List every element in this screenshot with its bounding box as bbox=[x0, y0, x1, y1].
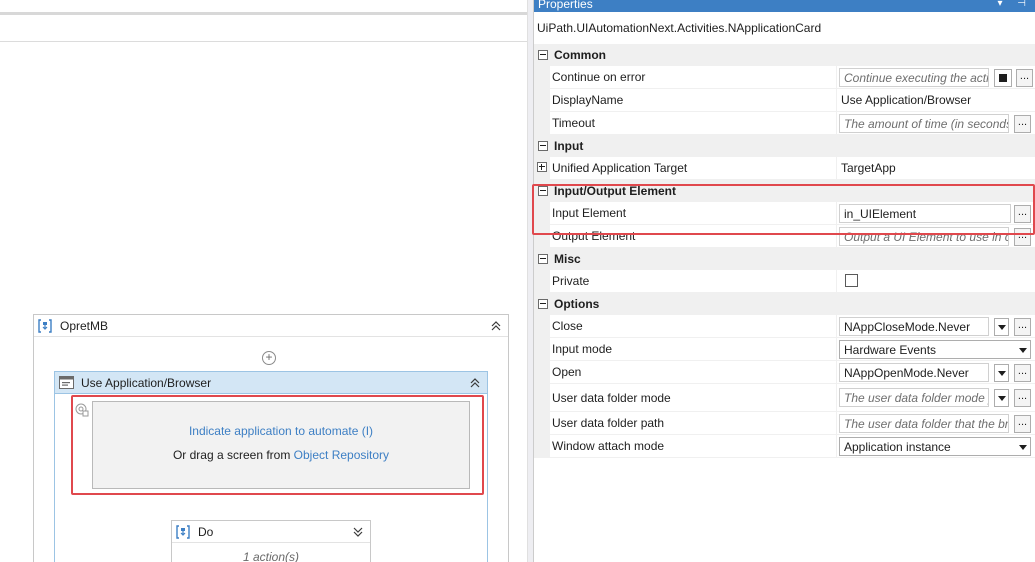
property-row-timeout: Timeout The amount of time (in seconds .… bbox=[534, 112, 1035, 135]
expand-property-icon[interactable] bbox=[537, 162, 547, 172]
collapse-icon[interactable] bbox=[490, 320, 502, 332]
property-label: Open bbox=[550, 361, 837, 384]
category-label: Options bbox=[554, 297, 600, 311]
close-mode-input[interactable]: NAppCloseMode.Never bbox=[839, 317, 989, 336]
do-action-count: 1 action(s) bbox=[242, 550, 300, 562]
designer-divider bbox=[0, 41, 527, 42]
property-row-continue-on-error: Continue on error Continue executing the… bbox=[534, 66, 1035, 89]
property-label: Continue on error bbox=[550, 66, 837, 89]
unified-target-value[interactable]: TargetApp bbox=[841, 161, 896, 175]
timeout-input[interactable]: The amount of time (in seconds bbox=[839, 114, 1009, 133]
properties-titlebar: Properties ▾ ⊣ bbox=[534, 0, 1035, 12]
do-sequence[interactable]: Do 1 action(s) bbox=[171, 520, 371, 562]
timeout-expression-button[interactable]: ... bbox=[1014, 115, 1031, 133]
property-row-open: Open NAppOpenMode.Never ... bbox=[534, 361, 1035, 384]
open-mode-dropdown-button[interactable] bbox=[994, 364, 1009, 382]
displayname-input[interactable]: Use Application/Browser bbox=[841, 93, 971, 107]
property-label: Close bbox=[550, 315, 837, 338]
activity-type-name: UiPath.UIAutomationNext.Activities.NAppl… bbox=[537, 21, 822, 35]
property-label: Window attach mode bbox=[550, 435, 837, 458]
property-row-user-data-folder-path: User data folder path The user data fold… bbox=[534, 412, 1035, 435]
category-options[interactable]: Options bbox=[534, 293, 1035, 315]
expand-icon[interactable] bbox=[352, 526, 364, 538]
category-label: Misc bbox=[554, 252, 581, 266]
do-header[interactable]: Do bbox=[172, 521, 370, 543]
input-mode-select[interactable]: Hardware Events bbox=[839, 340, 1031, 359]
category-common[interactable]: Common bbox=[534, 44, 1035, 66]
uipath-studio-window: OpretMB + Use Application/Browser Indica… bbox=[0, 0, 1035, 562]
property-row-window-attach-mode: Window attach mode Application instance bbox=[534, 435, 1035, 458]
collapse-category-icon[interactable] bbox=[538, 50, 548, 60]
property-label: Private bbox=[550, 270, 837, 293]
property-label: Unified Application Target bbox=[550, 157, 837, 180]
sequence-icon bbox=[176, 524, 190, 539]
continue-on-error-input[interactable]: Continue executing the acti bbox=[839, 68, 989, 87]
category-misc[interactable]: Misc bbox=[534, 248, 1035, 270]
property-row-user-data-folder-mode: User data folder mode The user data fold… bbox=[534, 384, 1035, 412]
property-row-input-mode: Input mode Hardware Events bbox=[534, 338, 1035, 361]
open-mode-expression-button[interactable]: ... bbox=[1014, 364, 1031, 382]
window-attach-mode-value: Application instance bbox=[844, 440, 951, 454]
highlight-annotation-right bbox=[532, 184, 1035, 235]
category-label: Common bbox=[554, 48, 606, 62]
window-attach-mode-select[interactable]: Application instance bbox=[839, 437, 1031, 456]
user-data-folder-mode-input[interactable]: The user data folder mode y bbox=[839, 388, 989, 407]
highlight-annotation-left bbox=[71, 395, 484, 495]
continue-on-error-toggle[interactable] bbox=[994, 69, 1012, 87]
input-mode-value: Hardware Events bbox=[844, 343, 937, 357]
chevron-down-icon bbox=[1019, 445, 1027, 450]
property-row-close: Close NAppCloseMode.Never ... bbox=[534, 315, 1035, 338]
property-grid: Common Continue on error Continue execut… bbox=[534, 44, 1035, 458]
user-data-folder-path-input[interactable]: The user data folder that the br bbox=[839, 414, 1009, 433]
property-label: User data folder path bbox=[550, 412, 837, 435]
collapse-category-icon[interactable] bbox=[538, 299, 548, 309]
sequence-header[interactable]: OpretMB bbox=[34, 315, 508, 337]
user-data-folder-path-expression-button[interactable]: ... bbox=[1014, 415, 1031, 433]
collapse-icon[interactable] bbox=[469, 377, 481, 389]
private-checkbox[interactable] bbox=[845, 274, 858, 287]
use-app-header[interactable]: Use Application/Browser bbox=[55, 372, 487, 394]
property-label: Timeout bbox=[550, 112, 837, 135]
property-row-unified-application-target: Unified Application Target TargetApp bbox=[534, 157, 1035, 180]
add-activity-icon[interactable]: + bbox=[262, 351, 276, 365]
properties-title: Properties bbox=[538, 0, 593, 11]
close-mode-expression-button[interactable]: ... bbox=[1014, 318, 1031, 336]
open-mode-input[interactable]: NAppOpenMode.Never bbox=[839, 363, 989, 382]
user-data-folder-mode-expression-button[interactable]: ... bbox=[1014, 389, 1031, 407]
property-row-private: Private bbox=[534, 270, 1035, 293]
collapse-category-icon[interactable] bbox=[538, 141, 548, 151]
do-title: Do bbox=[198, 524, 214, 539]
properties-panel: Properties ▾ ⊣ UiPath.UIAutomationNext.A… bbox=[533, 0, 1035, 562]
chevron-down-icon bbox=[1019, 348, 1027, 353]
property-label: DisplayName bbox=[550, 89, 837, 112]
close-mode-dropdown-button[interactable] bbox=[994, 318, 1009, 336]
user-data-folder-mode-dropdown-button[interactable] bbox=[994, 389, 1009, 407]
application-window-icon bbox=[59, 375, 74, 390]
property-label: Input mode bbox=[550, 338, 837, 361]
sequence-title: OpretMB bbox=[60, 318, 109, 333]
category-input[interactable]: Input bbox=[534, 135, 1035, 157]
continue-on-error-expression-button[interactable]: ... bbox=[1016, 69, 1033, 87]
sequence-icon bbox=[38, 318, 52, 333]
collapse-category-icon[interactable] bbox=[538, 254, 548, 264]
panel-options-icons[interactable]: ▾ ⊣ bbox=[997, 0, 1032, 9]
category-label: Input bbox=[554, 139, 584, 153]
use-app-title: Use Application/Browser bbox=[81, 375, 212, 390]
property-row-displayname: DisplayName Use Application/Browser bbox=[534, 89, 1035, 112]
property-label: User data folder mode bbox=[550, 384, 837, 412]
designer-header-bar bbox=[0, 0, 527, 15]
